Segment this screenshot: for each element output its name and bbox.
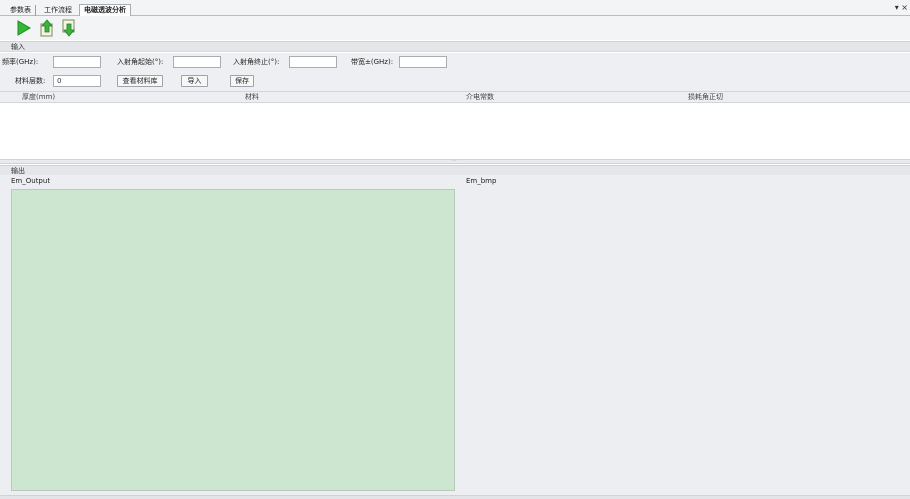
save-button[interactable]: 保存 (230, 75, 254, 87)
tab-menu-close[interactable]: ▾ × (895, 3, 908, 12)
frequency-input[interactable] (53, 56, 101, 68)
material-table-header: 厚度(mm) 材料 介电常数 损耗角正切 (0, 91, 910, 103)
material-table-body[interactable] (0, 103, 910, 159)
column-loss-tangent[interactable]: 损耗角正切 (688, 92, 723, 103)
tab-strip: 参数表 工作流程 电磁透波分析 ▾ × (0, 0, 910, 16)
angle-end-label: 入射角终止(°): (233, 58, 280, 66)
download-icon (62, 19, 75, 37)
toolbar (0, 16, 910, 40)
column-material[interactable]: 材料 (245, 92, 259, 103)
layer-count-input[interactable]: 0 (53, 75, 101, 87)
bandwidth-input[interactable] (399, 56, 447, 68)
import-button[interactable] (60, 19, 78, 37)
em-output-label: Em_Output (11, 177, 51, 185)
layer-count-label: 材料层数: (15, 77, 46, 85)
tab-parameters[interactable]: 参数表 (6, 5, 36, 16)
run-button[interactable] (15, 19, 33, 37)
frequency-label: 频率(GHz): (2, 58, 39, 66)
angle-end-input[interactable] (289, 56, 337, 68)
tab-workflow[interactable]: 工作流程 (40, 5, 76, 16)
play-icon (17, 20, 31, 36)
input-section-title: 输入 (0, 41, 910, 52)
input-form: 频率(GHz): 入射角起始(°): 入射角终止(°): 带宽±(GHz): 材… (0, 53, 910, 118)
column-permittivity[interactable]: 介电常数 (466, 92, 494, 103)
em-output-panel[interactable] (11, 189, 455, 491)
column-thickness[interactable]: 厚度(mm) (22, 92, 55, 103)
upload-icon (40, 19, 53, 37)
export-button[interactable] (38, 19, 56, 37)
angle-start-input[interactable] (173, 56, 221, 68)
import-data-button[interactable]: 导入 (181, 75, 208, 87)
view-material-library-button[interactable]: 查看材料库 (117, 75, 163, 87)
em-bmp-label: Em_bmp (466, 177, 497, 185)
splitter-grip-icon[interactable]: ··· (452, 158, 457, 164)
bandwidth-label: 带宽±(GHz): (351, 58, 394, 66)
em-bmp-panel (460, 189, 910, 491)
tab-em-analysis[interactable]: 电磁透波分析 (79, 4, 131, 16)
bottom-border (0, 495, 910, 499)
angle-start-label: 入射角起始(°): (117, 58, 164, 66)
